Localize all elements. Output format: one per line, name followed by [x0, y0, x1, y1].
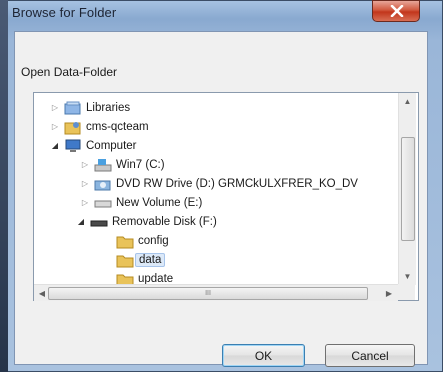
- window-title: Browse for Folder: [12, 5, 117, 20]
- collapse-arrow-icon[interactable]: ◢: [48, 141, 62, 150]
- tree-item-config[interactable]: config: [116, 231, 169, 250]
- scroll-grip: III: [205, 290, 211, 297]
- tree-item-label: update: [138, 272, 174, 285]
- expand-arrow-icon[interactable]: ▷: [78, 198, 92, 207]
- tree-item-label: Removable Disk (F:): [112, 215, 217, 228]
- scroll-down-arrow-icon[interactable]: ▼: [399, 268, 416, 285]
- collapse-arrow-icon[interactable]: ◢: [74, 217, 88, 226]
- folder-tree[interactable]: ▷ Libraries ▷ cms-qcteam ◢ Computer ▷ Wi…: [33, 92, 419, 301]
- tree-item-label: New Volume (E:): [116, 196, 203, 209]
- tree-item-label: DVD RW Drive (D:) GRMCkULXFRER_KO_DV: [116, 177, 358, 190]
- vertical-scrollbar[interactable]: ▲ ▼: [398, 93, 416, 285]
- tree-item-label: config: [138, 234, 169, 247]
- close-button[interactable]: [372, 0, 420, 22]
- tree-item-new-volume[interactable]: ▷ New Volume (E:): [78, 193, 202, 212]
- cancel-button[interactable]: Cancel: [325, 344, 415, 367]
- scroll-right-arrow-icon[interactable]: ▶: [381, 285, 397, 301]
- horizontal-scroll-thumb[interactable]: III: [48, 287, 368, 300]
- removable-disk-icon: [90, 214, 108, 230]
- tree-item-computer[interactable]: ◢ Computer: [48, 136, 137, 155]
- scroll-up-arrow-icon[interactable]: ▲: [399, 93, 416, 110]
- tree-item-data[interactable]: data: [116, 250, 166, 269]
- expand-arrow-icon[interactable]: ▷: [48, 122, 62, 131]
- libraries-icon: [64, 100, 82, 116]
- folder-icon: [116, 233, 134, 249]
- expand-arrow-icon[interactable]: ▷: [78, 160, 92, 169]
- expand-arrow-icon[interactable]: ▷: [48, 103, 62, 112]
- tree-item-win7-drive[interactable]: ▷ Win7 (C:): [78, 155, 165, 174]
- tree-item-libraries[interactable]: ▷ Libraries: [48, 98, 130, 117]
- ok-button[interactable]: OK: [222, 344, 305, 367]
- folder-icon: [116, 252, 134, 268]
- tree-item-label: Libraries: [86, 101, 131, 114]
- user-folder-icon: [64, 119, 82, 135]
- computer-icon: [64, 138, 82, 154]
- tree-item-cms-qcteam[interactable]: ▷ cms-qcteam: [48, 117, 149, 136]
- system-drive-icon: [94, 157, 112, 173]
- tree-item-label: data: [135, 252, 166, 267]
- expand-arrow-icon[interactable]: ▷: [78, 179, 92, 188]
- tree-item-label: Win7 (C:): [116, 158, 165, 171]
- horizontal-scrollbar[interactable]: ◀ III ▶: [34, 284, 398, 301]
- tree-item-label: cms-qcteam: [86, 120, 149, 133]
- tree-item-label: Computer: [86, 139, 137, 152]
- window-shadow-edge: [0, 0, 8, 372]
- vertical-scroll-thumb[interactable]: [401, 137, 415, 241]
- close-icon: [390, 5, 404, 17]
- tree-item-dvd-drive[interactable]: ▷ DVD RW Drive (D:) GRMCkULXFRER_KO_DV: [78, 174, 358, 193]
- scrollbar-corner: [398, 284, 415, 300]
- dvd-drive-icon: [94, 176, 112, 192]
- hard-drive-icon: [94, 195, 112, 211]
- dialog-prompt: Open Data-Folder: [21, 65, 118, 79]
- tree-item-removable-disk[interactable]: ◢ Removable Disk (F:): [74, 212, 217, 231]
